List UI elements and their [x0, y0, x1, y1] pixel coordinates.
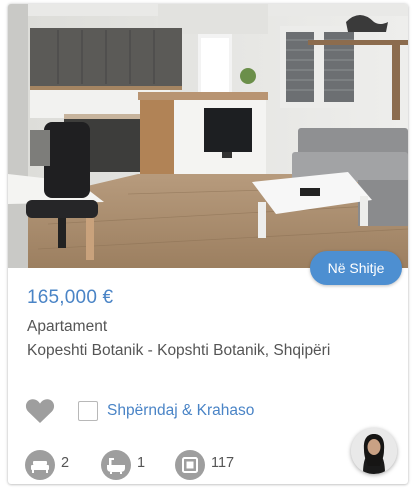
share-compare-link[interactable]: Shpërndaj & Krahaso: [107, 402, 254, 420]
property-type: Apartament: [27, 318, 108, 335]
heart-icon[interactable]: [25, 398, 55, 424]
price: 165,000 €: [27, 287, 114, 308]
bedrooms-value: 2: [61, 455, 70, 471]
property-card[interactable]: Në Shitje 165,000 € Apartament Kopeshti …: [8, 4, 408, 484]
bed-icon: [25, 450, 55, 480]
property-photo[interactable]: [8, 4, 408, 268]
bathrooms-value: 1: [137, 455, 146, 471]
bath-icon: [101, 450, 131, 480]
area-icon: [175, 450, 205, 480]
agent-avatar[interactable]: [351, 428, 397, 474]
area-value: 117: [211, 455, 235, 471]
location: Kopeshti Botanik - Kopshti Botanik, Shqi…: [27, 342, 331, 359]
status-badge[interactable]: Në Shitje: [310, 251, 402, 285]
compare-checkbox[interactable]: [78, 401, 98, 421]
